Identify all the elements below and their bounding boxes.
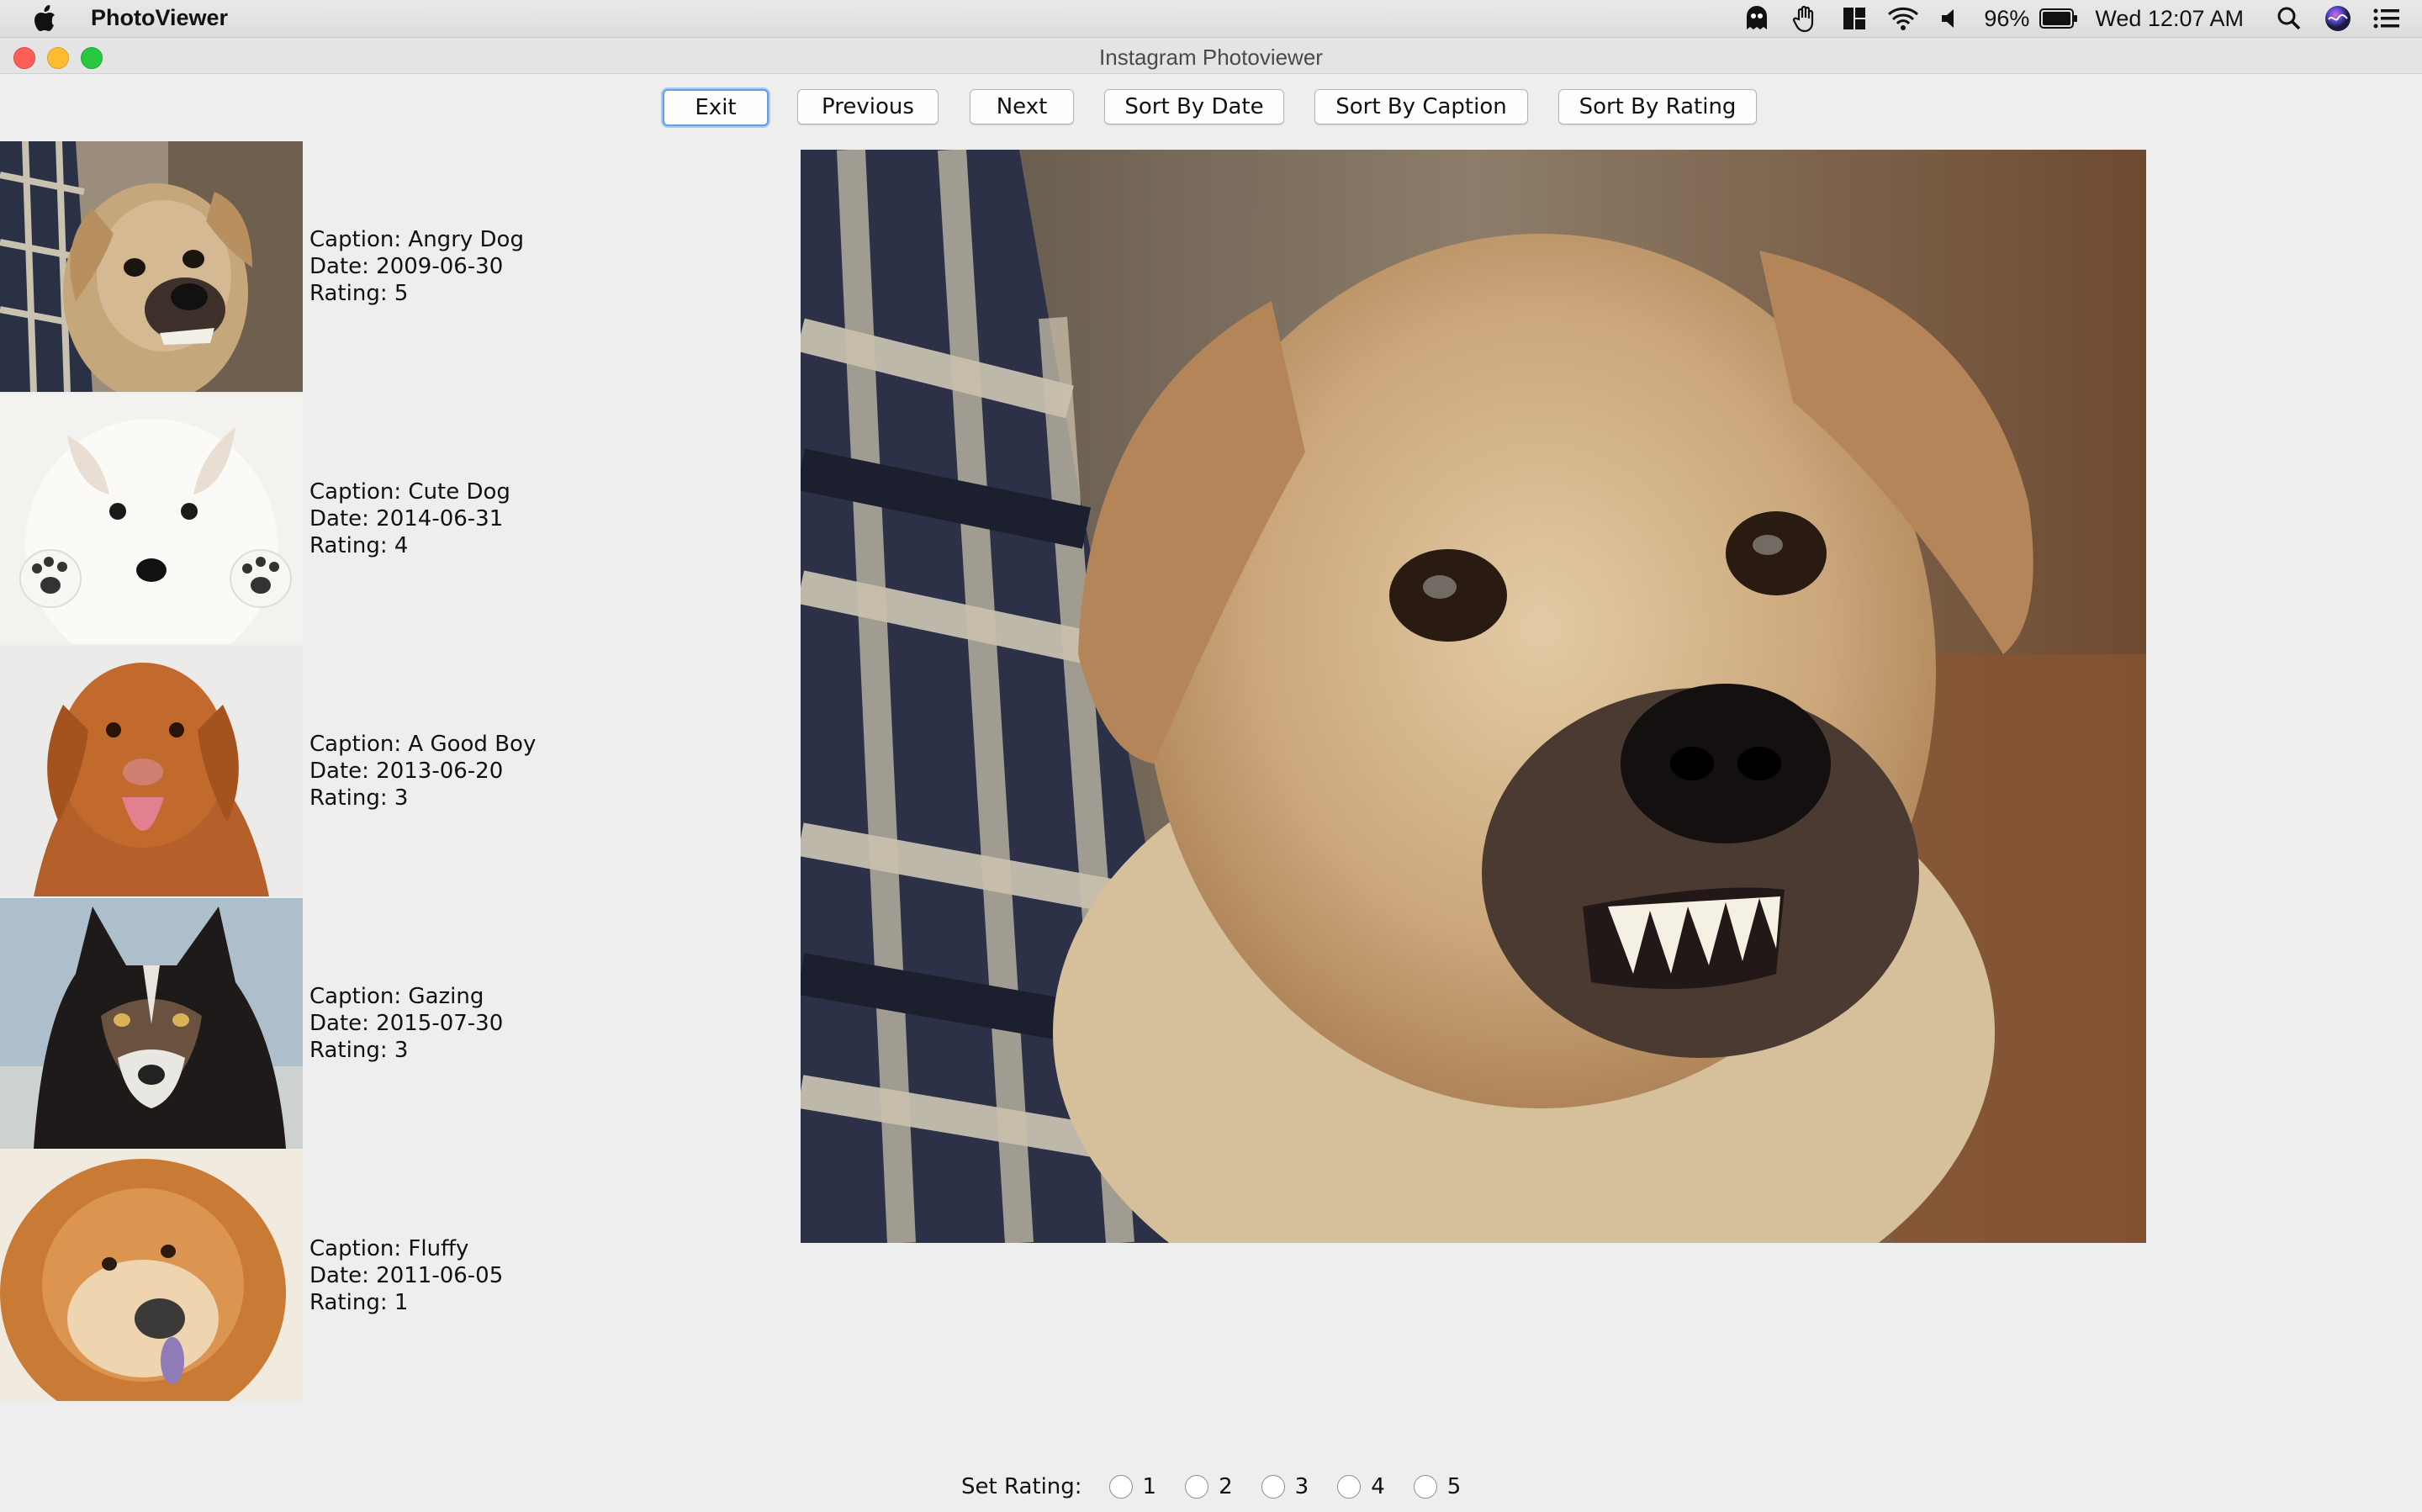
hand-icon[interactable] bbox=[1789, 3, 1822, 34]
rating-option-label: 5 bbox=[1446, 1474, 1462, 1499]
radio-button[interactable] bbox=[1108, 1475, 1133, 1499]
photo-info-5: Caption: Fluffy Date: 2011-06-05 Rating:… bbox=[309, 1235, 503, 1316]
app-menu-title[interactable]: PhotoViewer bbox=[91, 5, 228, 31]
wifi-icon[interactable] bbox=[1886, 3, 1920, 34]
siri-icon[interactable] bbox=[2321, 3, 2355, 34]
radio-button[interactable] bbox=[1337, 1475, 1362, 1499]
photo-date: Date: 2014-06-31 bbox=[309, 506, 504, 531]
selected-photo bbox=[801, 150, 2146, 1243]
photo-thumbnail-cute-dog[interactable] bbox=[0, 394, 303, 644]
volume-icon[interactable] bbox=[1935, 3, 1969, 34]
window-title-bar: Instagram Photoviewer bbox=[0, 38, 2422, 74]
spotlight-search-icon[interactable] bbox=[2272, 3, 2306, 34]
rating-option-4[interactable]: 4 bbox=[1337, 1474, 1385, 1499]
photo-date: Date: 2009-06-30 bbox=[309, 254, 504, 279]
photo-thumbnail-fluffy[interactable] bbox=[0, 1150, 303, 1401]
notification-center-icon[interactable] bbox=[2370, 3, 2403, 34]
exit-button[interactable]: Exit bbox=[663, 89, 769, 126]
radio-button[interactable] bbox=[1413, 1475, 1437, 1499]
set-rating-label: Set Rating: bbox=[961, 1474, 1082, 1499]
rating-option-5[interactable]: 5 bbox=[1413, 1474, 1462, 1499]
rating-option-3[interactable]: 3 bbox=[1261, 1474, 1309, 1499]
radio-button[interactable] bbox=[1261, 1475, 1285, 1499]
next-button[interactable]: Next bbox=[970, 89, 1074, 124]
photo-date: Date: 2011-06-05 bbox=[309, 1263, 504, 1288]
rating-option-1[interactable]: 1 bbox=[1108, 1474, 1157, 1499]
sort-by-rating-button[interactable]: Sort By Rating bbox=[1558, 89, 1757, 124]
photo-caption: Caption: Fluffy bbox=[309, 1236, 469, 1261]
photo-rating: Rating: 4 bbox=[309, 533, 409, 558]
menubar-clock[interactable]: Wed 12:07 AM bbox=[2095, 6, 2244, 32]
photo-thumbnail-gazing[interactable] bbox=[0, 898, 303, 1149]
photo-info-2: Caption: Cute Dog Date: 2014-06-31 Ratin… bbox=[309, 478, 510, 559]
photo-caption: Caption: Angry Dog bbox=[309, 227, 524, 252]
menu-bar: PhotoViewer 96% Wed 12:07 AM bbox=[0, 0, 2422, 38]
radio-button[interactable] bbox=[1185, 1475, 1209, 1499]
sort-by-caption-button[interactable]: Sort By Caption bbox=[1314, 89, 1528, 124]
photo-info-1: Caption: Angry Dog Date: 2009-06-30 Rati… bbox=[309, 226, 524, 307]
photo-info-3: Caption: A Good Boy Date: 2013-06-20 Rat… bbox=[309, 731, 536, 812]
photo-rating: Rating: 5 bbox=[309, 281, 409, 306]
photo-rating: Rating: 1 bbox=[309, 1290, 409, 1315]
photo-info-4: Caption: Gazing Date: 2015-07-30 Rating:… bbox=[309, 983, 503, 1064]
photo-date: Date: 2013-06-20 bbox=[309, 759, 504, 784]
photo-rating: Rating: 3 bbox=[309, 785, 409, 811]
rating-option-label: 2 bbox=[1219, 1474, 1233, 1499]
photo-caption: Caption: Gazing bbox=[309, 984, 484, 1009]
photo-thumbnail-good-boy[interactable] bbox=[0, 646, 303, 896]
photo-rating: Rating: 3 bbox=[309, 1038, 409, 1063]
previous-button[interactable]: Previous bbox=[797, 89, 939, 124]
battery-icon[interactable] bbox=[2038, 3, 2080, 34]
photo-caption: Caption: A Good Boy bbox=[309, 732, 537, 757]
set-rating-group: Set Rating: 1 2 3 4 5 bbox=[961, 1472, 1489, 1502]
rating-option-2[interactable]: 2 bbox=[1185, 1474, 1233, 1499]
apple-icon[interactable] bbox=[32, 3, 61, 34]
photo-caption: Caption: Cute Dog bbox=[309, 479, 510, 505]
photo-thumbnail-angry-dog[interactable] bbox=[0, 141, 303, 392]
window-title: Instagram Photoviewer bbox=[1099, 45, 1323, 70]
photo-date: Date: 2015-07-30 bbox=[309, 1011, 504, 1036]
sort-by-date-button[interactable]: Sort By Date bbox=[1104, 89, 1284, 124]
ghost-icon[interactable] bbox=[1740, 3, 1774, 34]
rating-option-label: 4 bbox=[1371, 1474, 1385, 1499]
battery-percent: 96% bbox=[1984, 5, 2030, 31]
rating-option-label: 3 bbox=[1294, 1474, 1309, 1499]
window-layout-icon[interactable] bbox=[1838, 3, 1871, 34]
rating-option-label: 1 bbox=[1142, 1474, 1157, 1499]
